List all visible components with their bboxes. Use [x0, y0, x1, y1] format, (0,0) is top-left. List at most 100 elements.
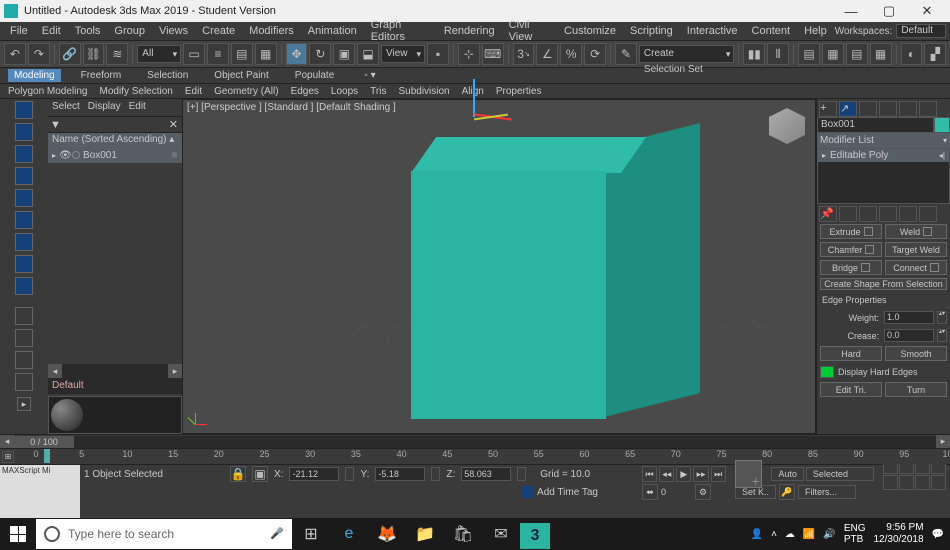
ribbon-tab-object-paint[interactable]: Object Paint: [208, 69, 274, 82]
menu-scripting[interactable]: Scripting: [624, 24, 679, 38]
minimize-button[interactable]: —: [832, 0, 870, 22]
explorer-app-icon[interactable]: 📁: [406, 518, 444, 550]
hard-edge-color-swatch[interactable]: [820, 366, 834, 378]
scene-tab-edit[interactable]: Edit: [129, 101, 146, 114]
panel-tris[interactable]: Tris: [366, 86, 390, 97]
settings-icon[interactable]: [923, 227, 932, 236]
maxscript-listener[interactable]: MAXScript Mi: [0, 465, 80, 493]
weight-spinner-buttons[interactable]: ▴▾: [937, 311, 947, 324]
make-unique-button[interactable]: [859, 206, 877, 222]
time-config-button[interactable]: ⚙: [695, 484, 711, 500]
panel-polygon-modeling[interactable]: Polygon Modeling: [4, 86, 92, 97]
tray-clock[interactable]: 9:56 PM 12/30/2018: [873, 522, 923, 546]
left-tool-icon[interactable]: [15, 373, 33, 391]
time-slider[interactable]: ◂ 0 / 100 ▸: [0, 434, 950, 448]
left-tool-icon[interactable]: [15, 233, 33, 251]
scene-row[interactable]: ▸ 👁 Box001 ❄: [48, 147, 182, 163]
scroll-right-button[interactable]: ▸: [168, 364, 182, 378]
unlink-button[interactable]: ⛓: [83, 43, 105, 65]
material-preview-slot[interactable]: [48, 396, 182, 434]
tray-network-icon[interactable]: 📶: [803, 529, 815, 540]
display-hard-edges-label[interactable]: Display Hard Edges: [838, 367, 918, 377]
y-spinner[interactable]: [431, 467, 440, 481]
y-coord-field[interactable]: -5.18: [375, 467, 425, 481]
tray-cloud-icon[interactable]: ☁: [785, 529, 795, 540]
visibility-icon[interactable]: 👁: [59, 150, 69, 161]
left-tool-icon[interactable]: [15, 211, 33, 229]
viewport-label[interactable]: [+] [Perspective ] [Standard ] [Default …: [187, 102, 396, 113]
stack-expand-icon[interactable]: ▸: [822, 151, 826, 160]
z-coord-field[interactable]: 58.063: [461, 467, 511, 481]
window-crossing-button[interactable]: ▦: [255, 43, 277, 65]
selection-filter-dropdown[interactable]: All: [137, 45, 181, 63]
close-window-button[interactable]: ✕: [908, 0, 946, 22]
toggle-ribbon-button[interactable]: ▦: [822, 43, 844, 65]
3dsmax-app-icon[interactable]: 3: [520, 523, 550, 549]
x-spinner[interactable]: [345, 467, 354, 481]
tray-up-icon[interactable]: ˄: [771, 529, 777, 540]
bind-button[interactable]: ≋: [106, 43, 128, 65]
z-spinner[interactable]: [517, 467, 526, 481]
panel-subdivision[interactable]: Subdivision: [394, 86, 453, 97]
menu-views[interactable]: Views: [153, 24, 194, 38]
modifier-stack-item[interactable]: ▸ Editable Poly ◂|: [818, 149, 949, 162]
auto-key-button[interactable]: Auto: [771, 467, 804, 481]
select-region-button[interactable]: ▤: [231, 43, 253, 65]
configure-sets-button[interactable]: [899, 206, 917, 222]
scene-tab-display[interactable]: Display: [88, 101, 121, 114]
settings-icon[interactable]: [930, 263, 939, 272]
freeze-icon[interactable]: [72, 151, 80, 159]
start-button[interactable]: [0, 518, 36, 550]
filter-icon[interactable]: ▼: [50, 119, 62, 131]
extrude-button[interactable]: Extrude: [820, 224, 882, 239]
mail-app-icon[interactable]: ✉: [482, 518, 520, 550]
left-toolbar-flyout[interactable]: ▸: [17, 397, 31, 411]
menu-content[interactable]: Content: [746, 24, 797, 38]
bridge-button[interactable]: Bridge: [820, 260, 882, 275]
panel-edit[interactable]: Edit: [181, 86, 206, 97]
keyboard-shortcut-button[interactable]: ⌨: [482, 43, 504, 65]
menu-group[interactable]: Group: [108, 24, 151, 38]
tray-lang1[interactable]: ENG: [844, 523, 866, 534]
scene-column-header[interactable]: Name (Sorted Ascending) ▴ Frozen: [48, 133, 182, 147]
menu-rendering[interactable]: Rendering: [438, 24, 501, 38]
menu-customize[interactable]: Customize: [558, 24, 622, 38]
crease-spinner[interactable]: 0.0: [884, 329, 934, 342]
box-object[interactable]: [411, 137, 671, 415]
align-button[interactable]: ⫴: [767, 43, 789, 65]
utilities-tab[interactable]: [919, 101, 937, 117]
tray-people-icon[interactable]: 👤: [751, 529, 763, 540]
edge-app-icon[interactable]: e: [330, 518, 368, 550]
select-object-button[interactable]: ▭: [183, 43, 205, 65]
edit-named-sel-button[interactable]: ✎: [615, 43, 637, 65]
rotate-button[interactable]: ↻: [309, 43, 331, 65]
render-setup-button[interactable]: ▞: [924, 43, 946, 65]
tray-lang2[interactable]: PTB: [844, 534, 866, 545]
hard-button[interactable]: Hard: [820, 346, 882, 361]
create-shape-button[interactable]: Create Shape From Selection: [820, 278, 947, 290]
left-tool-icon[interactable]: [15, 351, 33, 369]
named-selection-dropdown[interactable]: Create Selection Set: [639, 45, 734, 63]
show-end-result-button[interactable]: [839, 206, 857, 222]
chamfer-button[interactable]: Chamfer: [820, 242, 882, 257]
angle-snap-button[interactable]: ∠: [536, 43, 558, 65]
modifier-stack[interactable]: ▸ Editable Poly ◂|: [817, 148, 950, 204]
settings-icon[interactable]: [864, 227, 873, 236]
weld-button[interactable]: Weld: [885, 224, 947, 239]
left-tool-icon[interactable]: [15, 307, 33, 325]
menu-edit[interactable]: Edit: [36, 24, 67, 38]
stack-options-button[interactable]: [919, 206, 937, 222]
object-name-field[interactable]: Box001: [817, 117, 934, 133]
panel-geometry-all[interactable]: Geometry (All): [210, 86, 282, 97]
menu-tools[interactable]: Tools: [69, 24, 107, 38]
undo-button[interactable]: ↶: [4, 43, 26, 65]
tray-volume-icon[interactable]: 🔊: [823, 529, 835, 540]
redo-button[interactable]: ↷: [28, 43, 50, 65]
menu-animation[interactable]: Animation: [302, 24, 363, 38]
material-editor-button[interactable]: ◐: [901, 43, 923, 65]
spinner-snap-button[interactable]: ⟳: [584, 43, 606, 65]
left-tool-icon[interactable]: [15, 189, 33, 207]
left-tool-icon[interactable]: [15, 101, 33, 119]
viewcube[interactable]: [769, 108, 805, 144]
motion-tab[interactable]: [879, 101, 897, 117]
